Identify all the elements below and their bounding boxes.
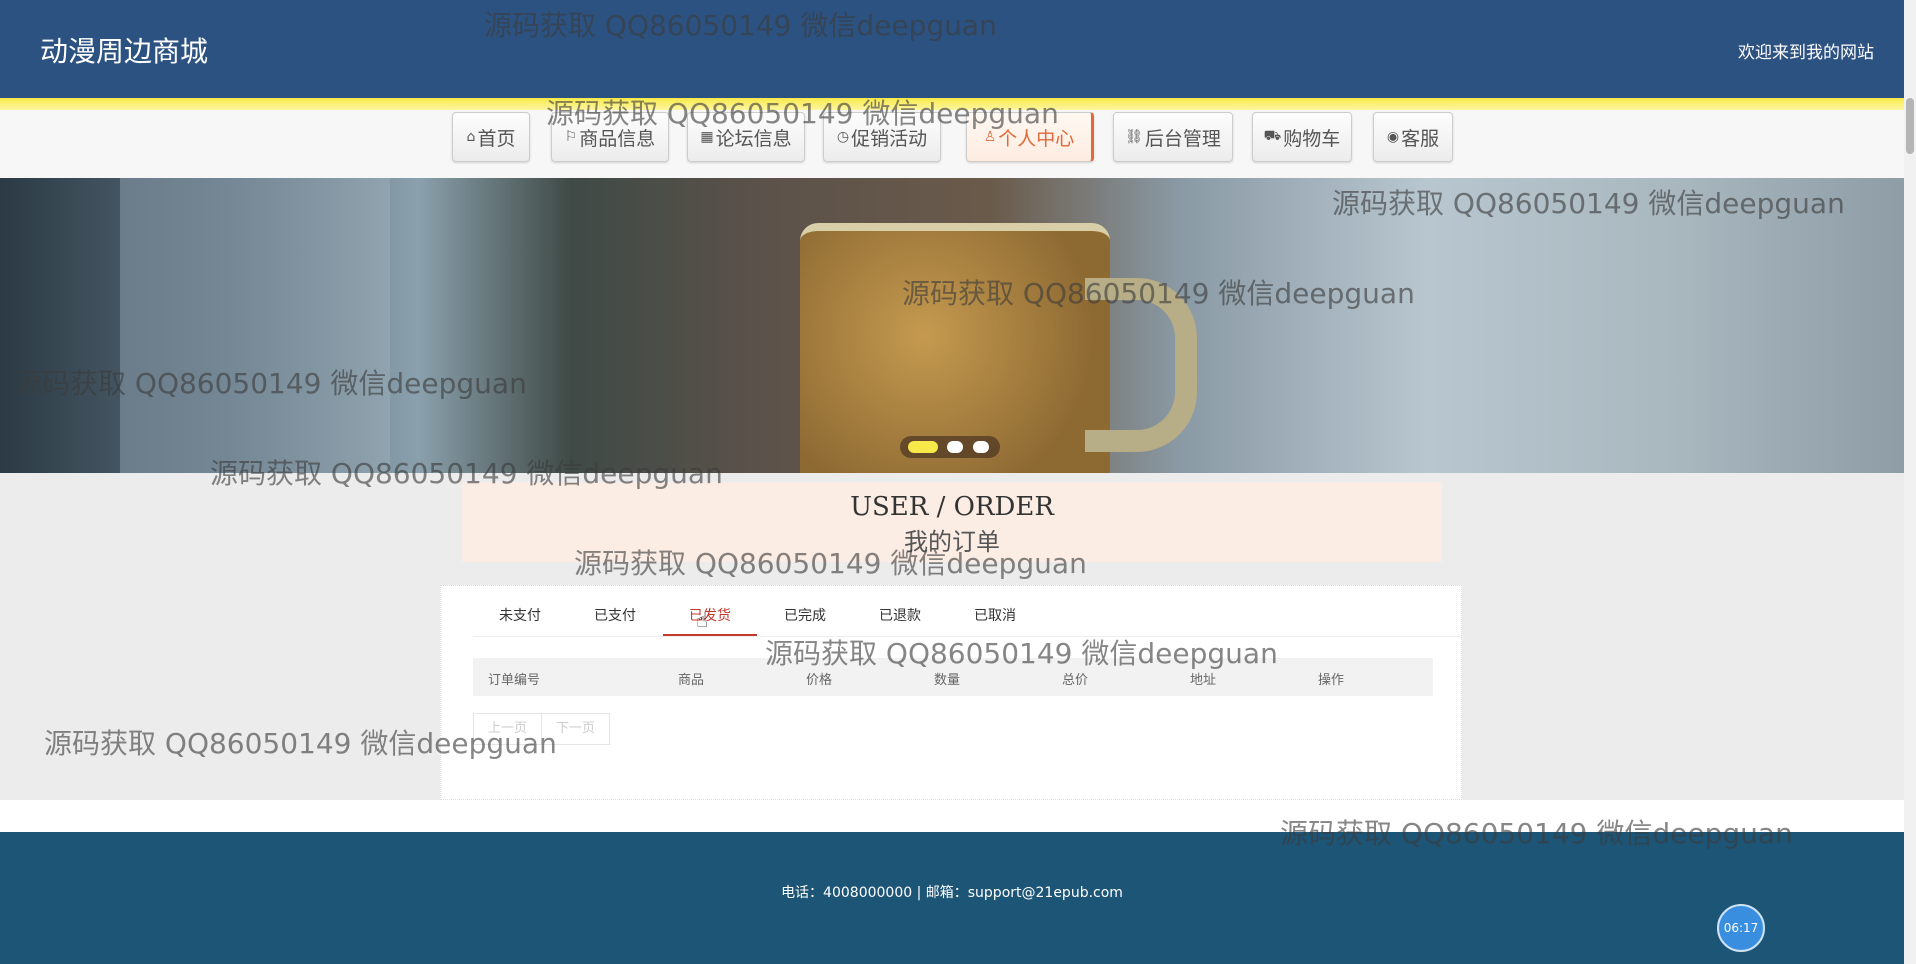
service-icon: ◉ (1386, 129, 1400, 145)
nav-personal-center-button[interactable]: ♙ 个人中心 (966, 112, 1094, 162)
column-header: 价格 (806, 673, 833, 688)
nav-cart-button[interactable]: ⛟ 购物车 (1252, 112, 1352, 162)
tab-cancelled[interactable]: 已取消 (948, 606, 1042, 636)
hand-cursor-icon: ☝ (696, 608, 709, 632)
nav-products-button[interactable]: ⚐ 商品信息 (551, 112, 669, 162)
nav-label: 论坛信息 (715, 127, 792, 150)
nav-label: 客服 (1401, 127, 1440, 150)
nav-promotion-button[interactable]: ◷ 促销活动 (823, 112, 941, 162)
site-header: 动漫周边商城 欢迎来到我的网站 (0, 0, 1904, 98)
scrollbar-thumb[interactable] (1906, 98, 1914, 154)
nav-label: 促销活动 (851, 127, 928, 150)
welcome-text: 欢迎来到我的网站 (1738, 43, 1874, 63)
link-icon: ⛓ (1125, 129, 1143, 145)
nav-label: 首页 (477, 127, 516, 150)
clock-icon: ◷ (836, 129, 850, 145)
nav-label: 后台管理 (1144, 127, 1221, 150)
nav-home-button[interactable]: ⌂ 首页 (452, 112, 530, 162)
next-page-button[interactable]: 下一页 (541, 713, 611, 745)
hero-banner (0, 178, 1904, 473)
tab-shipped[interactable]: 已发货 (663, 606, 757, 636)
nav-label: 购物车 (1283, 127, 1341, 150)
tab-refunded[interactable]: 已退款 (853, 606, 947, 636)
site-logo[interactable]: 动漫周边商城 (40, 30, 208, 70)
prev-page-button[interactable]: 上一页 (473, 713, 543, 745)
site-footer: 电话：4008000000 | 邮箱：support@21epub.com (0, 832, 1904, 964)
banner-glass-illustration (120, 178, 390, 473)
column-header: 数量 (934, 673, 961, 688)
main-nav: ⌂ 首页 ⚐ 商品信息 ▦ 论坛信息 ◷ 促销活动 ♙ 个人中心 ⛓ 后台管理 ⛟ 购物车 ◉… (0, 110, 1904, 178)
column-header: 总价 (1062, 673, 1089, 688)
page-title-en: USER / ORDER (850, 492, 1054, 522)
carousel-indicators (900, 436, 1000, 458)
orders-panel: 未支付 已支付 已发货 已完成 已退款 已取消 订单编号 商品 价格 数量 总价… (440, 585, 1463, 800)
column-header: 操作 (1318, 673, 1345, 688)
cart-icon: ⛟ (1263, 128, 1282, 144)
tab-paid[interactable]: 已支付 (568, 606, 662, 636)
page-title-cn: 我的订单 (904, 528, 1000, 556)
footer-contact: 电话：4008000000 | 邮箱：support@21epub.com (781, 885, 1123, 901)
tab-completed[interactable]: 已完成 (758, 606, 852, 636)
home-icon: ⌂ (466, 129, 476, 145)
carousel-dot-3[interactable] (973, 441, 989, 453)
carousel-dot-1[interactable] (908, 441, 938, 453)
header-accent-line (0, 98, 1904, 110)
nav-label: 个人中心 (998, 127, 1075, 150)
clock-widget[interactable]: 06:17 (1717, 904, 1765, 952)
carousel-dot-2[interactable] (947, 441, 963, 453)
tab-unpaid[interactable]: 未支付 (473, 606, 567, 636)
nav-forum-button[interactable]: ▦ 论坛信息 (687, 112, 805, 162)
nav-admin-button[interactable]: ⛓ 后台管理 (1113, 112, 1233, 162)
pagination: 上一页 下一页 (473, 713, 611, 745)
banner-mug-handle (1085, 278, 1197, 452)
order-status-tabs: 未支付 已支付 已发货 已完成 已退款 已取消 (473, 606, 1463, 637)
column-header: 商品 (678, 673, 705, 688)
content-bottom-strip (0, 800, 1904, 832)
forum-icon: ▦ (700, 129, 714, 145)
column-header: 地址 (1190, 673, 1217, 688)
page-title-box: USER / ORDER 我的订单 (462, 482, 1442, 562)
column-header: 订单编号 (488, 673, 541, 688)
nav-label: 商品信息 (579, 127, 656, 150)
orders-table-header: 订单编号 商品 价格 数量 总价 地址 操作 (473, 658, 1433, 696)
nav-service-button[interactable]: ◉ 客服 (1373, 112, 1453, 162)
flag-icon: ⚐ (564, 129, 578, 145)
user-icon: ♙ (983, 129, 997, 145)
